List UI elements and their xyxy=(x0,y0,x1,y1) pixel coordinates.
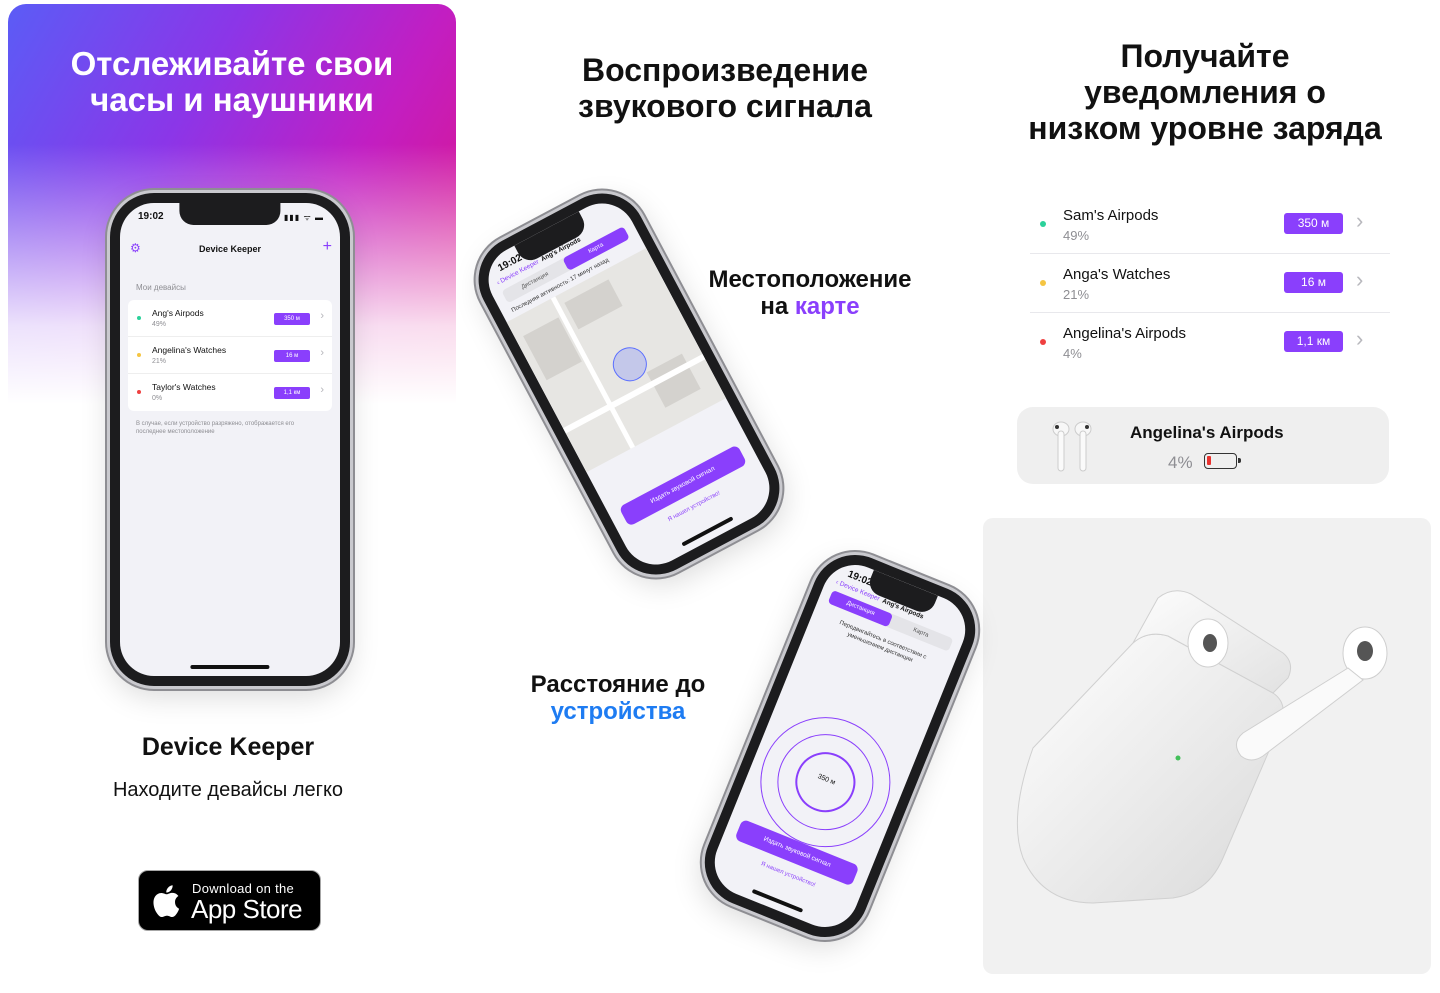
distance-badge: 350 м xyxy=(274,313,310,325)
device-row[interactable]: Angelina's Airpods 4% 1,1 км › xyxy=(1030,313,1390,372)
map-building xyxy=(564,279,623,330)
device-battery: 4% xyxy=(1063,346,1082,361)
apple-logo-icon xyxy=(153,885,180,917)
device-row[interactable]: Taylor's Watches 0% 1,1 км › xyxy=(128,374,332,411)
notif-title-line3: низком уровне заряда xyxy=(1028,110,1382,146)
app-store-button[interactable]: Download on the App Store xyxy=(138,870,321,931)
distance-phone-mockup: 19:02 ‹ Device Keeper Ang's Airpods Дист… xyxy=(691,541,989,951)
device-name: Angelina's Watches xyxy=(152,345,227,355)
notification-device-name: Angelina's Airpods xyxy=(1130,423,1284,442)
hero-title-line1: Отслеживайте свои xyxy=(70,45,394,82)
airpods-product-photo xyxy=(983,518,1431,974)
hero-title-line2: часы и наушники xyxy=(90,81,374,118)
device-battery: 49% xyxy=(1063,228,1090,243)
status-dot xyxy=(1040,280,1046,286)
chevron-right-icon: › xyxy=(1356,267,1364,292)
distance-badge: 1,1 км xyxy=(274,387,310,399)
status-dot xyxy=(1040,339,1046,345)
battery-level-fill xyxy=(1207,456,1211,465)
home-indicator xyxy=(190,665,270,669)
notif-title-line2: уведомления о xyxy=(1084,74,1326,110)
device-row[interactable]: Anga's Watches 21% 16 м › xyxy=(1030,254,1390,313)
dist-label-line1: Расстояние до xyxy=(530,671,706,698)
status-dot xyxy=(137,353,141,357)
app-header: ⚙ Device Keeper + xyxy=(120,238,340,263)
device-row[interactable]: Ang's Airpods 49% 350 м › xyxy=(128,300,332,337)
distance-badge: 16 м xyxy=(274,350,310,362)
battery-icon xyxy=(1204,453,1241,469)
low-battery-notification[interactable]: Angelina's Airpods 4% xyxy=(1017,407,1389,484)
sound-title-line1: Воспроизведение xyxy=(582,52,868,88)
map-label-prefix: на xyxy=(760,293,795,320)
notif-title-line1: Получайте xyxy=(1120,38,1290,74)
device-list-large: Sam's Airpods 49% 350 м › Anga's Watches… xyxy=(1030,195,1390,372)
app-header-title: Device Keeper xyxy=(198,244,262,254)
map-building xyxy=(523,317,582,381)
chevron-right-icon: › xyxy=(1356,208,1364,233)
device-row[interactable]: Angelina's Watches 21% 16 м › xyxy=(128,337,332,374)
status-dot xyxy=(137,316,141,320)
dist-label-accent: устройства xyxy=(550,698,686,725)
map-feature-label: Местоположение на карте xyxy=(690,266,930,320)
status-dot xyxy=(137,390,141,394)
device-name: Taylor's Watches xyxy=(152,382,216,392)
app-name: Device Keeper xyxy=(141,733,315,761)
distance-badge: 1,1 км xyxy=(1284,331,1343,352)
airpods-case-illustration xyxy=(1016,590,1388,904)
add-device-icon[interactable]: + xyxy=(323,238,332,256)
sound-title-line2: звукового сигнала xyxy=(578,88,872,124)
device-name: Anga's Watches xyxy=(1063,266,1171,283)
map-label-accent: карте xyxy=(794,293,860,320)
sound-title: Воспроизведение звукового сигнала xyxy=(520,52,930,124)
device-list: Ang's Airpods 49% 350 м › Angelina's Wat… xyxy=(128,300,332,411)
status-time: 19:02 xyxy=(138,211,164,222)
status-icons: ▮▮▮ ᯤ ▬ xyxy=(284,213,324,222)
map-label-line1: Местоположение xyxy=(708,266,912,293)
phone-notch xyxy=(179,203,281,225)
map-label-line2: на карте xyxy=(690,293,930,320)
device-name: Sam's Airpods xyxy=(1063,207,1159,224)
airpods-icon xyxy=(1052,421,1092,472)
distance-phone-screen: 19:02 ‹ Device Keeper Ang's Airpods Дист… xyxy=(704,554,976,938)
device-battery: 49% xyxy=(152,321,167,328)
device-name: Angelina's Airpods xyxy=(1063,325,1186,342)
home-indicator xyxy=(681,516,734,547)
store-badge-big-text: App Store xyxy=(191,894,303,924)
map-phone-screen: 19:02 ‹ Device Keeper Ang's Airpods Дист… xyxy=(476,191,782,577)
notification-battery-percent: 4% xyxy=(1168,453,1193,472)
status-dot xyxy=(1040,221,1046,227)
section-header: Мои девайсы xyxy=(136,283,186,292)
notifications-title: Получайте уведомления о низком уровне за… xyxy=(990,38,1420,146)
device-battery: 0% xyxy=(152,395,163,402)
device-row[interactable]: Sam's Airpods 49% 350 м › xyxy=(1030,195,1390,254)
app-tagline: Находите девайсы легко xyxy=(112,779,344,801)
location-radius xyxy=(606,341,653,388)
hero-title: Отслеживайте свои часы и наушники xyxy=(8,46,456,118)
chevron-right-icon: › xyxy=(320,347,324,359)
distance-badge: 16 м xyxy=(1284,272,1343,293)
map-phone-mockup: 19:02 ‹ Device Keeper Ang's Airpods Дист… xyxy=(463,177,795,591)
distance-badge: 350 м xyxy=(1284,213,1343,234)
main-phone-mockup: 19:02 ▮▮▮ ᯤ ▬ ⚙ Device Keeper + Мои дева… xyxy=(110,193,350,686)
device-name: Ang's Airpods xyxy=(152,308,204,318)
device-battery: 21% xyxy=(152,358,167,365)
device-battery: 21% xyxy=(1063,287,1090,302)
main-phone-screen: 19:02 ▮▮▮ ᯤ ▬ ⚙ Device Keeper + Мои дева… xyxy=(120,203,340,676)
distance-feature-label: Расстояние до устройства xyxy=(510,671,726,725)
list-footnote: В случае, если устройство разряжено, ото… xyxy=(136,421,295,435)
home-indicator xyxy=(751,888,804,913)
chevron-right-icon: › xyxy=(1356,326,1364,351)
chevron-right-icon: › xyxy=(320,384,324,396)
chevron-right-icon: › xyxy=(320,310,324,322)
